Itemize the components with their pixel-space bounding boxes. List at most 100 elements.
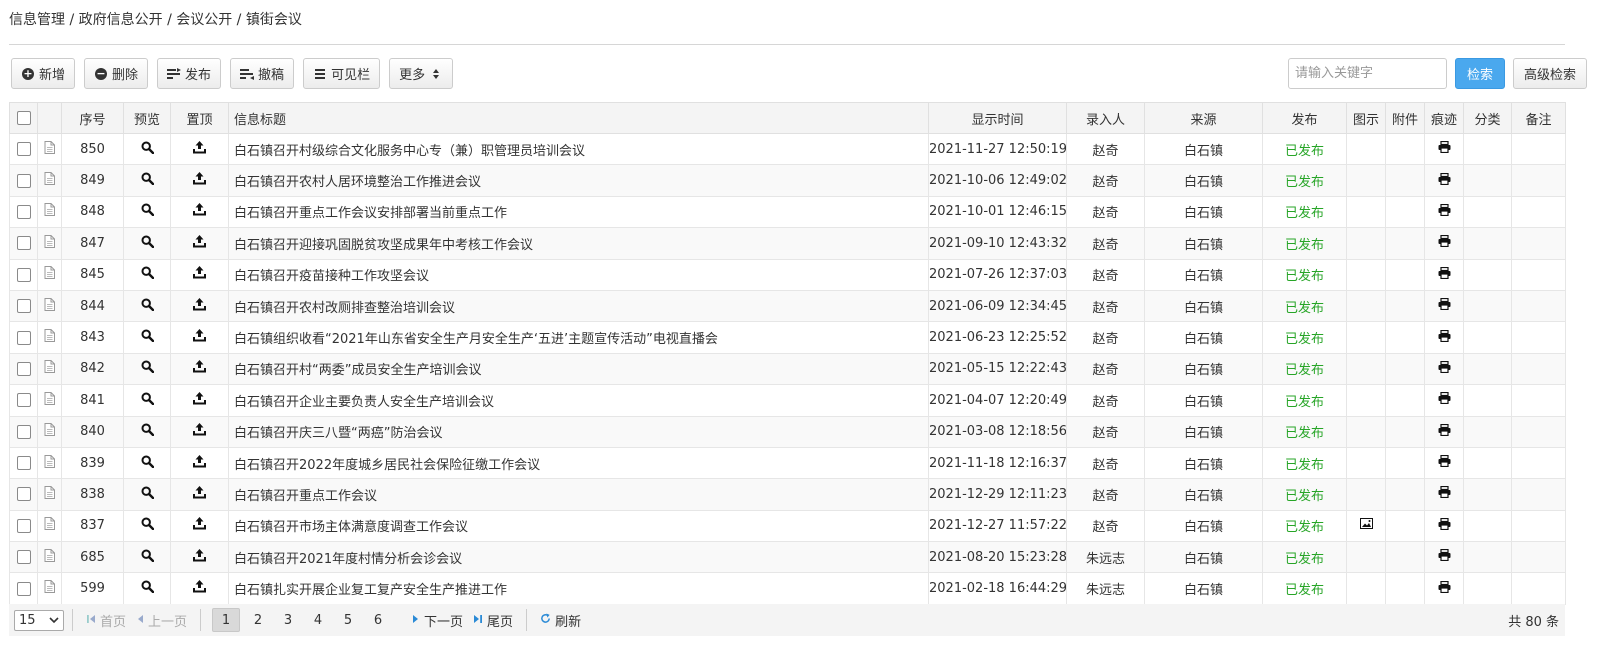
row-preview-cell[interactable] [123,478,171,511]
row-preview-cell[interactable] [123,290,171,323]
row-trace-cell[interactable] [1424,541,1464,574]
row-top-cell[interactable] [170,510,229,543]
row-status[interactable]: 已发布 [1262,164,1347,197]
row-trace-cell[interactable] [1424,321,1464,354]
row-status[interactable]: 已发布 [1262,259,1347,291]
pin-top-icon[interactable] [192,234,207,252]
row-trace-cell[interactable] [1424,164,1464,197]
row-checkbox[interactable] [16,142,31,157]
row-checkbox[interactable] [16,487,31,502]
row-trace-cell[interactable] [1424,510,1464,543]
preview-search-icon[interactable] [140,141,154,158]
header-publish[interactable]: 发布 [1262,102,1347,134]
page-number-6[interactable]: 6 [366,608,390,632]
row-checkbox[interactable] [16,361,31,376]
delete-button[interactable]: − 删除 [84,58,149,89]
print-icon[interactable] [1438,329,1451,346]
advanced-search-button[interactable]: 高级检索 [1512,58,1587,89]
table-row[interactable]: 838 白石镇召开重点工作会议 2021-12-29 12:11:23 赵奇 白石镇 已发… [9,478,1566,511]
print-icon[interactable] [1438,549,1451,565]
page-size-select[interactable]: 15 [14,609,64,631]
preview-search-icon[interactable] [140,455,154,472]
table-row[interactable]: 844 白石镇召开农村改厕排查整治培训会议 2021-06-09 12:34:45 赵… [9,290,1566,323]
row-title[interactable]: 白石镇召开庆三八暨“两癌”防治会议 [228,416,929,448]
row-trace-cell[interactable] [1424,353,1464,386]
pin-top-icon[interactable] [192,548,207,566]
preview-search-icon[interactable] [140,203,154,220]
row-status[interactable]: 已发布 [1262,290,1347,323]
row-checkbox[interactable] [16,267,31,282]
header-source[interactable]: 来源 [1144,102,1263,134]
first-page-button[interactable]: 首页 [81,611,131,630]
publish-button[interactable]: 发布 [157,58,222,89]
header-time[interactable]: 显示时间 [928,102,1067,134]
row-top-cell[interactable] [170,321,229,354]
row-title[interactable]: 白石镇召开农村人居环境整治工作推进会议 [228,164,929,197]
row-top-cell[interactable] [170,447,229,480]
pin-top-icon[interactable] [192,297,207,315]
row-status[interactable]: 已发布 [1262,416,1347,448]
table-row[interactable]: 850 白石镇召开村级综合文化服务中心专（兼）职管理员培训会议 2021-11-27… [9,133,1566,166]
row-top-cell[interactable] [170,133,229,166]
row-select-cell[interactable] [9,227,38,260]
row-preview-cell[interactable] [123,572,171,605]
preview-search-icon[interactable] [140,329,154,346]
table-row[interactable]: 848 白石镇召开重点工作会议安排部署当前重点工作 2021-10-01 12:46… [9,196,1566,229]
preview-search-icon[interactable] [140,580,154,597]
columns-button[interactable]: 可见栏 [303,58,381,89]
next-page-button[interactable]: 下一页 [407,611,468,630]
row-checkbox[interactable] [16,299,31,314]
preview-search-icon[interactable] [140,392,154,409]
page-number-4[interactable]: 4 [306,608,330,632]
row-preview-cell[interactable] [123,447,171,480]
row-top-cell[interactable] [170,541,229,574]
row-select-cell[interactable] [9,164,38,197]
table-row[interactable]: 843 白石镇组织收看“2021年山东省安全生产月安全生产‘五进’主题宣传活动”电… [9,321,1566,354]
pin-top-icon[interactable] [192,517,207,534]
header-seq[interactable]: 序号 [61,102,124,134]
table-row[interactable]: 685 白石镇召开2021年度村情分析会诊会议 2021-08-20 15:23:2… [9,541,1566,574]
row-status[interactable]: 已发布 [1262,478,1347,511]
print-icon[interactable] [1438,360,1451,377]
row-select-cell[interactable] [9,447,38,480]
row-checkbox[interactable] [16,518,31,533]
row-trace-cell[interactable] [1424,384,1464,417]
row-status[interactable]: 已发布 [1262,572,1347,605]
row-trace-cell[interactable] [1424,478,1464,511]
row-checkbox[interactable] [16,330,31,345]
preview-search-icon[interactable] [140,423,154,440]
page-number-2[interactable]: 2 [246,608,270,632]
row-select-cell[interactable] [9,259,38,291]
pin-top-icon[interactable] [192,329,207,346]
pin-top-icon[interactable] [192,454,207,472]
row-checkbox[interactable] [16,173,31,188]
print-icon[interactable] [1438,141,1451,157]
row-title[interactable]: 白石镇召开村级综合文化服务中心专（兼）职管理员培训会议 [228,133,929,166]
add-button[interactable]: + 新增 [11,58,76,89]
row-select-cell[interactable] [9,541,38,574]
print-icon[interactable] [1438,454,1451,471]
row-status[interactable]: 已发布 [1262,384,1347,417]
row-top-cell[interactable] [170,290,229,323]
select-all-checkbox[interactable] [16,111,31,125]
search-input[interactable] [1287,58,1447,89]
row-title[interactable]: 白石镇召开2022年度城乡居民社会保险征缴工作会议 [228,447,929,480]
row-title[interactable]: 白石镇召开村“两委”成员安全生产培训会议 [228,353,929,386]
row-select-cell[interactable] [9,478,38,511]
row-title[interactable]: 白石镇扎实开展企业复工复产安全生产推进工作 [228,572,929,605]
table-row[interactable]: 837 白石镇召开市场主体满意度调查工作会议 2021-12-27 11:57:22… [9,510,1566,543]
row-trace-cell[interactable] [1424,227,1464,260]
row-preview-cell[interactable] [123,133,171,166]
preview-search-icon[interactable] [140,266,154,283]
pin-top-icon[interactable] [192,580,207,597]
pin-top-icon[interactable] [192,391,207,409]
row-top-cell[interactable] [170,196,229,229]
row-status[interactable]: 已发布 [1262,133,1347,166]
print-icon[interactable] [1438,172,1451,189]
row-checkbox[interactable] [16,393,31,408]
preview-search-icon[interactable] [140,360,154,377]
row-select-cell[interactable] [9,290,38,323]
more-button[interactable]: 更多 [389,58,454,89]
table-row[interactable]: 845 白石镇召开疫苗接种工作攻坚会议 2021-07-26 12:37:03 赵奇白… [9,259,1566,291]
image-icon[interactable] [1359,518,1373,533]
